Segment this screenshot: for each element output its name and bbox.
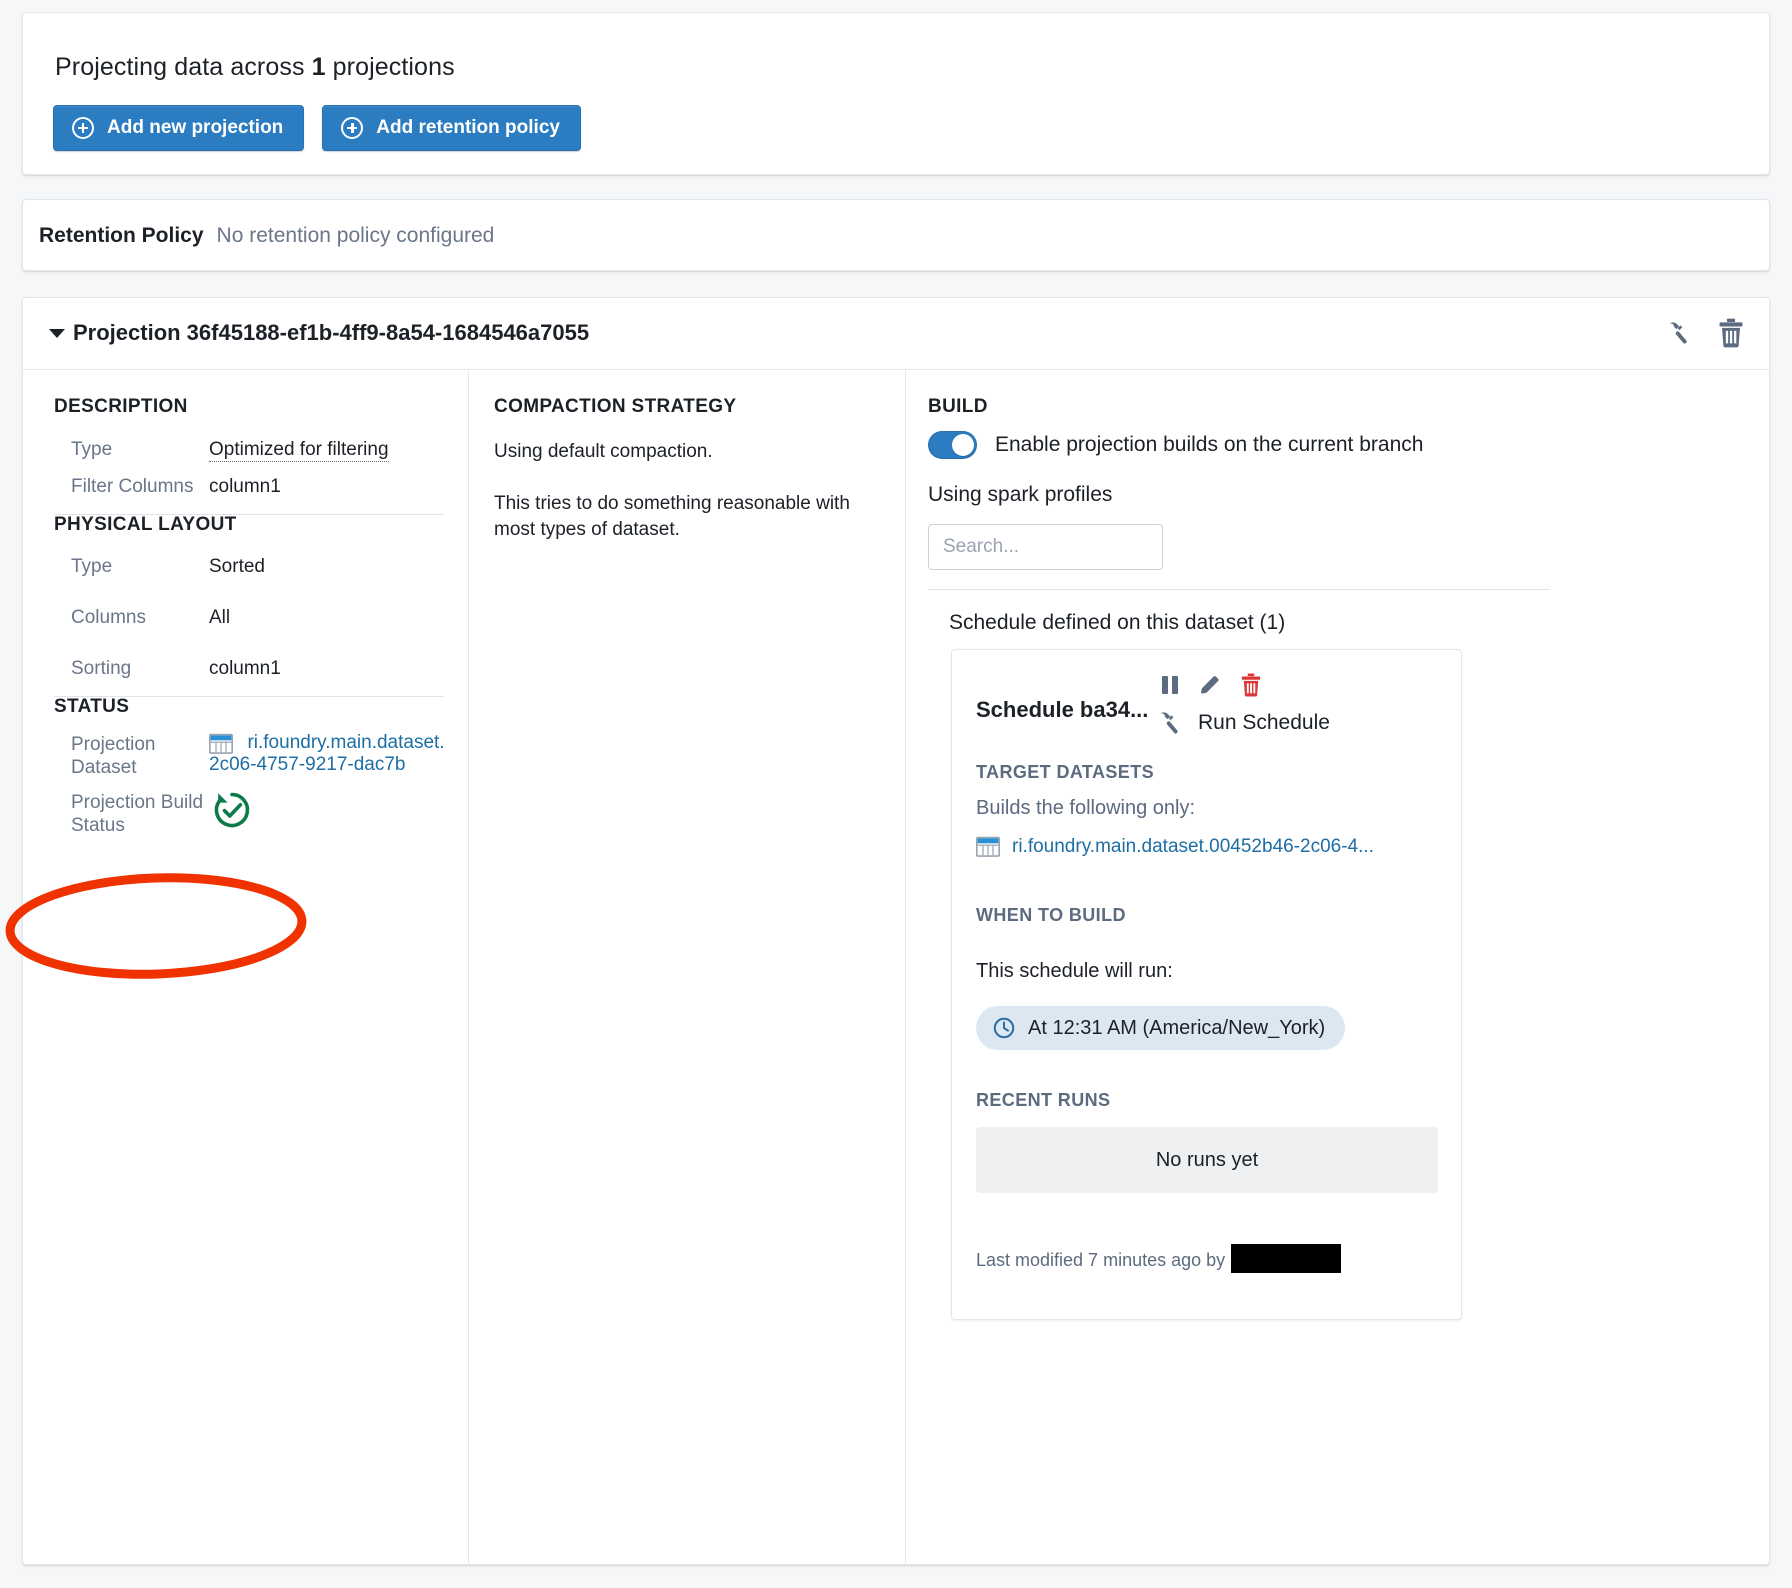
target-dataset-link[interactable]: ri.foundry.main.dataset.00452b46-2c06-4.… (1012, 835, 1374, 858)
summary-action-buttons: Add new projection Add retention policy (53, 105, 581, 151)
projection-dataset-key: Projection Dataset (71, 734, 206, 780)
projection-dataset-key-line1: Projection (71, 734, 156, 755)
no-runs-placeholder: No runs yet (976, 1127, 1438, 1193)
last-modified-row: Last modified 7 minutes ago by (976, 1244, 1342, 1273)
enable-projection-builds-toggle[interactable] (928, 431, 977, 459)
target-dataset-row: ri.foundry.main.dataset.00452b46-2c06-4.… (976, 835, 1374, 858)
when-to-build-heading: WHEN TO BUILD (976, 905, 1126, 925)
plus-circle-icon (72, 117, 94, 139)
schedule-time-pill: At 12:31 AM (America/New_York) (976, 1006, 1346, 1050)
toggle-knob (952, 434, 974, 456)
add-retention-policy-label: Add retention policy (376, 117, 560, 138)
projection-title: Projection 36f45188-ef1b-4ff9-8a54-16845… (73, 320, 590, 345)
trash-icon[interactable] (1717, 318, 1745, 348)
projection-count: 1 (311, 53, 326, 81)
retention-policy-value: No retention policy configured (216, 224, 495, 247)
build-column: BUILD Enable projection builds on the cu… (905, 371, 1771, 1566)
schedule-card-actions (1160, 673, 1262, 697)
build-heading: BUILD (928, 396, 988, 417)
physical-layout-type-key: Type (71, 556, 113, 577)
schedule-time-label: At 12:31 AM (America/New_York) (1028, 1016, 1326, 1039)
description-type-key: Type (71, 439, 113, 460)
no-runs-label: No runs yet (1155, 1148, 1259, 1171)
compaction-strategy-column: COMPACTION STRATEGY Using default compac… (468, 371, 904, 1566)
schedule-name: Schedule ba34... (976, 697, 1149, 722)
description-heading: DESCRIPTION (54, 396, 188, 417)
chevron-down-icon[interactable] (49, 329, 65, 338)
projection-header-actions (1665, 318, 1745, 348)
divider (928, 589, 1550, 590)
status-heading: STATUS (54, 696, 130, 717)
physical-layout-sorting-value: column1 (209, 658, 281, 679)
projections-page: Projecting data across 1 projections Add… (0, 0, 1792, 1588)
compaction-line-1: Using default compaction. (494, 441, 713, 462)
dataset-table-icon (209, 733, 233, 755)
description-type-value[interactable]: Optimized for filtering (209, 439, 389, 462)
projections-summary-card: Projecting data across 1 projections Add… (22, 12, 1770, 175)
run-schedule-label: Run Schedule (1198, 711, 1330, 734)
enable-projection-builds-row: Enable projection builds on the current … (928, 431, 1423, 459)
compaction-line-2: This tries to do something reasonable wi… (494, 493, 850, 540)
clock-icon (992, 1016, 1016, 1040)
retention-policy-card: Retention Policy No retention policy con… (22, 199, 1770, 271)
page-title: Projecting data across 1 projections (55, 53, 455, 82)
add-new-projection-label: Add new projection (107, 117, 284, 138)
retention-policy-row: Retention Policy No retention policy con… (39, 200, 494, 272)
physical-layout-type-value: Sorted (209, 556, 265, 577)
target-datasets-heading: TARGET DATASETS (976, 762, 1154, 782)
pencil-icon[interactable] (1198, 673, 1222, 697)
enable-projection-builds-label: Enable projection builds on the current … (995, 433, 1424, 456)
last-modified-label: Last modified 7 minutes ago by (976, 1250, 1226, 1270)
projection-build-status-key: Projection Build Status (71, 792, 206, 838)
refresh-check-success-icon (211, 789, 253, 836)
physical-layout-columns-key: Columns (71, 607, 146, 628)
schedule-time-pill-wrap: At 12:31 AM (America/New_York) (976, 1006, 1346, 1050)
plus-circle-icon (341, 117, 364, 139)
page-title-suffix: projections (325, 53, 455, 81)
redacted-user-avatar (1231, 1244, 1342, 1273)
hammer-icon (1156, 708, 1186, 738)
using-spark-profiles-label: Using spark profiles (928, 483, 1113, 506)
compaction-heading: COMPACTION STRATEGY (494, 396, 737, 417)
physical-layout-heading: PHYSICAL LAYOUT (54, 514, 237, 535)
pause-icon[interactable] (1160, 674, 1180, 696)
description-filter-columns-key: Filter Columns (71, 476, 194, 497)
schedule-count-label: Schedule defined on this dataset (1) (949, 611, 1286, 634)
spark-profile-search-input[interactable] (928, 524, 1163, 570)
add-new-projection-button[interactable]: Add new projection (53, 105, 305, 151)
target-datasets-sub: Builds the following only: (976, 797, 1196, 819)
recent-runs-heading: RECENT RUNS (976, 1090, 1111, 1110)
run-schedule-button[interactable]: Run Schedule (1156, 708, 1330, 738)
physical-layout-columns-value: All (209, 607, 231, 628)
add-retention-policy-button[interactable]: Add retention policy (322, 105, 581, 151)
description-column: DESCRIPTION Type Optimized for filtering… (23, 371, 467, 1566)
schedule-card: Schedule ba34... Run Schedule TARGET DAT… (951, 649, 1462, 1320)
dataset-table-icon (976, 836, 1000, 858)
projection-detail-card: Projection 36f45188-ef1b-4ff9-8a54-16845… (22, 297, 1771, 1566)
when-to-build-sub: This schedule will run: (976, 960, 1173, 982)
projection-build-status-key-line2: Status (71, 814, 125, 836)
projection-dataset-link-line2[interactable]: 2c06-4757-9217-dac7b (209, 754, 406, 775)
projection-dataset-key-line2: Dataset (71, 756, 137, 778)
trash-icon[interactable] (1240, 673, 1262, 697)
description-filter-columns-value: column1 (209, 476, 281, 497)
projection-dataset-value: ri.foundry.main.dataset. 2c06-4757-9217-… (209, 731, 455, 776)
physical-layout-sorting-key: Sorting (71, 658, 132, 679)
hammer-icon[interactable] (1665, 318, 1695, 348)
page-title-prefix: Projecting data across (55, 53, 312, 81)
projection-header: Projection 36f45188-ef1b-4ff9-8a54-16845… (23, 298, 1769, 370)
retention-policy-label: Retention Policy (39, 224, 204, 247)
projection-dataset-link-line1[interactable]: ri.foundry.main.dataset. (247, 732, 444, 753)
projection-build-status-key-line1: Projection Build (71, 792, 204, 813)
